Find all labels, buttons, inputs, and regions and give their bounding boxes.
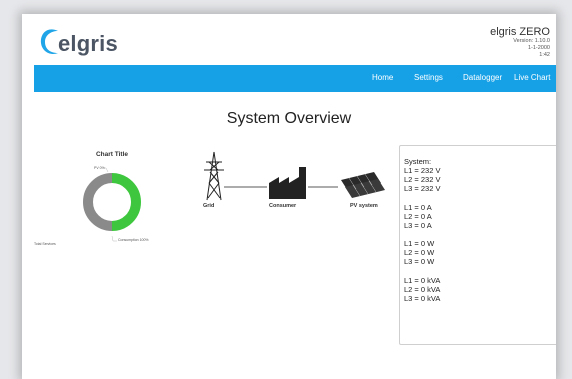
- apparent-power-l2: L2 = 0 kVA: [404, 284, 441, 294]
- chart-label-left: Total Services: [34, 242, 56, 246]
- chart-leader-bottom: [111, 235, 117, 242]
- voltage-l3: L3 = 232 V: [404, 184, 441, 194]
- nav-live-chart[interactable]: Live Chart: [514, 73, 550, 82]
- nav-datalogger[interactable]: Datalogger: [463, 73, 502, 82]
- power-l2: L2 = 0 W: [404, 248, 435, 258]
- grid-label: Grid: [203, 203, 215, 209]
- time-text: 1:42: [539, 52, 550, 58]
- energy-flow-diagram: Grid Consumer PV system: [190, 150, 390, 230]
- donut-slice-pv: [111, 173, 141, 231]
- system-heading: System:: [404, 157, 432, 166]
- brand-info: elgris ZERO Version: 1.10.0 1-1-2000 1:4…: [490, 26, 550, 59]
- power-l3: L3 = 0 W: [404, 257, 435, 267]
- pv-system-label: PV system: [350, 203, 378, 209]
- factory-icon: [269, 167, 306, 199]
- system-values: System: L1 = 232 V L2 = 232 V L3 = 232 V…: [404, 157, 441, 303]
- power-l1: L1 = 0 W: [404, 239, 435, 249]
- nav-home[interactable]: Home: [372, 73, 393, 82]
- voltage-l1: L1 = 232 V: [404, 166, 441, 176]
- chart-label-bottom: Consumption 100%: [118, 238, 149, 242]
- chart-title: Chart Title: [96, 151, 128, 158]
- system-info-panel: System: L1 = 232 V L2 = 232 V L3 = 232 V…: [399, 145, 556, 345]
- version-text: Version: 1.10.0: [513, 38, 550, 44]
- current-l1: L1 = 0 A: [404, 202, 432, 212]
- donut-slices: [83, 173, 141, 231]
- current-l2: L2 = 0 A: [404, 211, 432, 221]
- donut-chart: Chart Title PV 0% Consumption 100% Total…: [34, 151, 149, 246]
- brand-name: elgris ZERO: [490, 26, 550, 38]
- date-text: 1-1-2000: [527, 45, 550, 51]
- consumer-label: Consumer: [269, 203, 297, 209]
- power-pylon-icon: [204, 151, 224, 201]
- apparent-power-l1: L1 = 0 kVA: [404, 275, 441, 285]
- voltage-l2: L2 = 232 V: [404, 175, 441, 185]
- nav-settings[interactable]: Settings: [414, 73, 443, 82]
- donut-slice-consumption: [83, 173, 113, 231]
- solar-panel-icon: [341, 172, 385, 198]
- apparent-power-l3: L3 = 0 kVA: [404, 293, 441, 303]
- main-card: elgris elgris ZERO Version: 1.10.0 1-1-2…: [22, 14, 556, 379]
- current-l3: L3 = 0 A: [404, 220, 432, 230]
